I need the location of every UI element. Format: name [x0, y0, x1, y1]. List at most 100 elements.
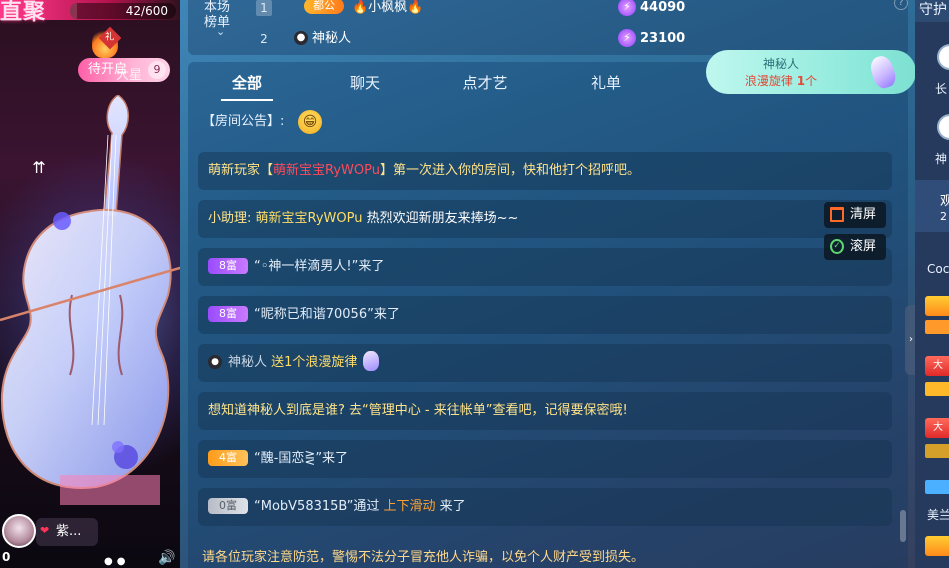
level-badge-icon	[925, 382, 949, 396]
lightning-icon: ⚡	[618, 29, 636, 47]
smile-emoji-icon: 😁	[298, 110, 322, 134]
tab-talent[interactable]: 点才艺	[445, 72, 525, 93]
fraud-warning: 请各位玩家注意防范，警惕不法分子冒充他人诈骗，以免个人财产受到损失。	[202, 550, 645, 565]
tab-chat[interactable]: 聊天	[325, 72, 405, 93]
fortune-badge: 8富	[208, 305, 248, 322]
message-username[interactable]: 神秘人	[228, 355, 267, 370]
audience-name[interactable]: Coc	[927, 262, 949, 276]
rank-user-name: 神秘人	[312, 31, 352, 46]
host-name: 紫...	[56, 524, 82, 539]
chat-message: 萌新玩家【萌新宝宝RyWOPu】第一次进入你的房间，快和他打个招呼吧。	[198, 152, 892, 190]
crown-badge-icon	[925, 536, 949, 556]
guardian-avatar[interactable]	[937, 114, 949, 140]
host-count: 0	[2, 550, 11, 564]
message-text: “MobV58315B”通过	[254, 499, 384, 514]
chat-panel: 本场 榜单 ⌄ 1 都公 🔥小枫枫🔥 ⚡ 44090 2 ● 神秘人 ⚡ 231…	[180, 0, 917, 568]
rank-number: 1	[256, 0, 272, 16]
guardian-title[interactable]: 守护	[915, 0, 949, 22]
crown-badge-icon	[925, 296, 949, 316]
chat-message: 0富 “MobV58315B”通过 上下滑动 来了	[198, 488, 892, 526]
chevron-down-icon[interactable]: ⌄	[216, 25, 225, 38]
message-highlight: 上下滑动	[383, 499, 436, 514]
big-badge: 大	[925, 418, 949, 438]
pending-label: 待开启	[88, 62, 128, 77]
auto-scroll-button[interactable]: ✓ 滚屏	[824, 234, 886, 260]
chat-message: 想知道神秘人到底是谁? 去“管理中心 - 来往帐单”查看吧，记得要保密哦!	[198, 392, 892, 430]
toast-gift-unit: 个	[805, 74, 818, 88]
audience-tab-label: 观	[940, 194, 949, 209]
message-text: 送1个浪漫旋律	[271, 355, 358, 370]
tab-all[interactable]: 全部	[207, 72, 287, 93]
fortune-badge: 0富	[208, 497, 248, 514]
rank-row[interactable]: 2 ● 神秘人 ⚡ 23100	[248, 29, 688, 53]
clear-screen-button[interactable]: 清屏	[824, 202, 886, 228]
message-text: “◦神一样滴男人!”来了	[254, 259, 385, 274]
level-progress-text: 42/600	[125, 4, 168, 18]
message-text: “醜-国恋⋛”来了	[254, 451, 349, 466]
message-username[interactable]: 萌新宝宝RyWOPu	[273, 163, 380, 178]
guardian-name: 长	[935, 82, 948, 96]
rank-number: 2	[260, 32, 268, 46]
toast-gift-count: 1	[796, 74, 806, 88]
toast-title: 神秘人	[762, 57, 799, 71]
big-badge: 大	[925, 356, 949, 376]
guardian-panel: 守护 长 神 观 2 Coc 大 大 美兰	[915, 0, 949, 568]
level-badge-icon	[925, 320, 949, 334]
message-text: 热烈欢迎新朋友来捧场~~	[362, 211, 519, 226]
chat-message: 小助理: 萌新宝宝RyWOPu 热烈欢迎新朋友来捧场~~	[198, 200, 892, 238]
volume-icon[interactable]: 🔊	[158, 550, 175, 566]
mystery-user-icon: ●	[208, 354, 222, 369]
audience-count: 2	[940, 210, 947, 223]
toast-subtitle: 浪漫旋律 1个	[706, 72, 856, 89]
chat-card: 全部 聊天 点才艺 礼单 【房间公告】: 😁 萌新玩家【萌新宝宝RyWOPu】第…	[188, 62, 908, 568]
rank-card: 本场 榜单 ⌄ 1 都公 🔥小枫枫🔥 ⚡ 44090 2 ● 神秘人 ⚡ 231…	[188, 0, 908, 55]
info-icon[interactable]: ?	[894, 0, 908, 10]
mystery-user-icon: ●	[294, 31, 308, 45]
level-progress-fill	[70, 3, 78, 19]
toast-gift-name: 浪漫旋律	[744, 74, 793, 88]
vip-badge: 都公	[304, 0, 344, 14]
rank-score: 44090	[640, 0, 686, 15]
clear-screen-label: 清屏	[850, 207, 877, 222]
host-avatar[interactable]	[2, 514, 36, 548]
audience-name[interactable]: 美兰	[927, 506, 949, 523]
rank-row[interactable]: 1 都公 🔥小枫枫🔥 ⚡ 44090	[248, 0, 688, 22]
diamond-icon	[925, 480, 949, 494]
live-stage: 直聚 42/600 礼 待开启 大星 9 ⇈ 紫... ❤ 0 ●● 🔊	[0, 0, 180, 568]
tab-active-indicator	[221, 99, 273, 101]
fortune-badge: 8富	[208, 257, 248, 274]
check-circle-icon: ✓	[830, 239, 844, 254]
rank-label-line1: 本场	[204, 0, 231, 15]
message-text: 来了	[435, 499, 466, 514]
lightning-icon: ⚡	[618, 0, 636, 16]
message-username[interactable]: 萌新宝宝RyWOPu	[256, 211, 363, 226]
message-text: 】第一次进入你的房间，快和他打个招呼吧。	[379, 163, 640, 178]
message-text: 萌新玩家【	[208, 163, 274, 178]
heart-icon: ❤	[40, 524, 50, 537]
rank-user-name: 🔥小枫枫🔥	[352, 0, 424, 15]
chat-message: 4富 “醜-国恋⋛”来了	[198, 440, 892, 478]
violin-gift-icon	[867, 53, 899, 91]
chat-message: 8富 “昵称已和谐70056”来了	[198, 296, 892, 334]
trash-icon	[830, 207, 844, 222]
stage-title: 直聚	[0, 0, 47, 25]
guardian-avatar[interactable]	[937, 44, 949, 70]
chat-message: 8富 “◦神一样滴男人!”来了	[198, 248, 892, 286]
audience-tab[interactable]: 观 2	[915, 180, 949, 232]
pending-activation-button[interactable]: 待开启 大星 9	[78, 58, 170, 83]
host-bar: 紫... ❤ 0 ●● 🔊	[0, 510, 180, 568]
big-badge-label: 大	[933, 360, 943, 371]
big-badge-label: 大	[933, 422, 943, 433]
message-text: 想知道神秘人到底是谁? 去“管理中心 - 来往帐单”查看吧，记得要保密哦!	[208, 403, 628, 418]
chat-message: ● 神秘人 送1个浪漫旋律	[198, 344, 892, 382]
chat-scrollbar[interactable]	[900, 510, 906, 542]
auto-scroll-label: 滚屏	[850, 239, 877, 254]
gift-toast: 神秘人 浪漫旋律 1个	[706, 50, 916, 94]
guardian-name: 神	[935, 152, 948, 166]
message-text: 小助理:	[208, 211, 252, 226]
medal-icon	[925, 444, 949, 458]
violin-gift-icon	[363, 350, 380, 371]
fortune-badge: 4富	[208, 449, 248, 466]
tab-gift-list[interactable]: 礼单	[566, 72, 646, 93]
carousel-dots[interactable]: ●●	[104, 556, 129, 567]
